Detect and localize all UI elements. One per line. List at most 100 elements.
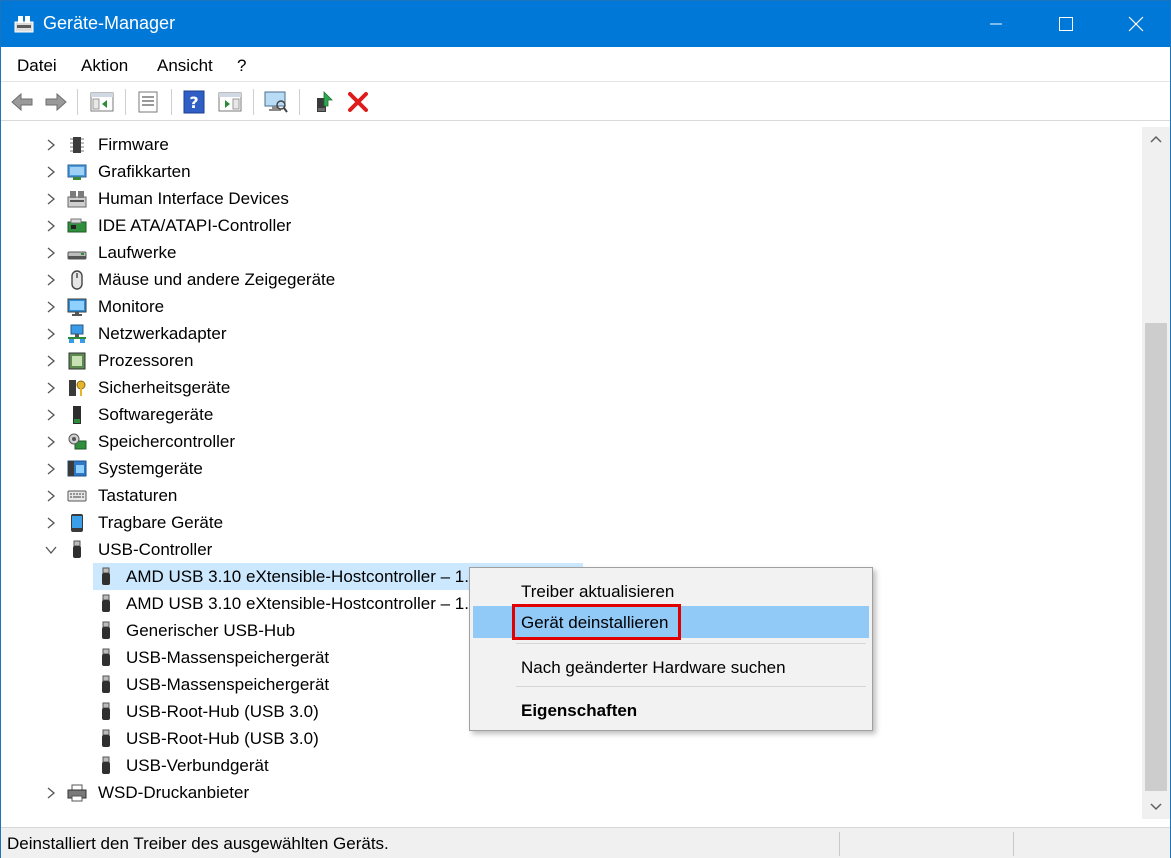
tree-category[interactable]: Firmware: [5, 131, 1135, 158]
expand-chevron-icon[interactable]: [45, 407, 57, 421]
portable-device-icon: [67, 513, 87, 533]
expand-chevron-icon[interactable]: [45, 164, 57, 178]
tree-item-label: AMD USB 3.10 eXtensible-Hostcontroller –…: [126, 567, 469, 586]
minimize-button[interactable]: [961, 1, 1031, 47]
tree-category[interactable]: Prozessoren: [5, 347, 1135, 374]
action-pane-icon: [218, 92, 242, 112]
ctx-separator: [516, 686, 866, 687]
uninstall-device-button[interactable]: [345, 89, 371, 115]
scroll-down-button[interactable]: [1142, 795, 1170, 819]
close-button[interactable]: [1101, 1, 1171, 47]
tree-item[interactable]: USB-Verbundgerät: [5, 752, 1135, 779]
tree-item-label: Generischer USB-Hub: [126, 621, 296, 640]
tree-category[interactable]: Tragbare Geräte: [5, 509, 1135, 536]
tree-item-label: Sicherheitsgeräte: [98, 378, 231, 397]
menu-datei[interactable]: Datei: [17, 56, 57, 76]
window-title: Geräte-Manager: [43, 13, 176, 33]
show-hide-console-tree-button[interactable]: [89, 89, 115, 115]
ctx-properties[interactable]: Eigenschaften: [473, 694, 869, 726]
firmware-icon: [67, 135, 87, 155]
tree-item-label: AMD USB 3.10 eXtensible-Hostcontroller –…: [126, 594, 469, 613]
tree-category[interactable]: Systemgeräte: [5, 455, 1135, 482]
tree-category[interactable]: Mäuse und andere Zeigegeräte: [5, 266, 1135, 293]
expand-chevron-icon[interactable]: [45, 245, 57, 259]
menu-ansicht[interactable]: Ansicht: [157, 56, 213, 76]
expand-chevron-icon[interactable]: [45, 272, 57, 286]
console-tree-icon: [90, 92, 114, 112]
expand-chevron-icon[interactable]: [45, 380, 57, 394]
status-divider: [839, 832, 840, 856]
expand-chevron-icon[interactable]: [45, 785, 57, 799]
expand-chevron-icon[interactable]: [45, 461, 57, 475]
scan-hardware-button[interactable]: [263, 89, 289, 115]
tree-item-label: Laufwerke: [98, 243, 177, 262]
tree-item-label: USB-Root-Hub (USB 3.0): [126, 702, 319, 721]
display-adapter-icon: [67, 162, 87, 182]
toolbar-separator: [77, 89, 78, 115]
toolbar-separator: [299, 89, 300, 115]
update-driver-button[interactable]: [311, 89, 337, 115]
ctx-separator: [516, 643, 866, 644]
expand-chevron-icon[interactable]: [45, 137, 57, 151]
processor-icon: [67, 351, 87, 371]
back-button[interactable]: [9, 89, 35, 115]
printer-icon: [67, 783, 87, 803]
scroll-up-button[interactable]: [1142, 127, 1170, 151]
ctx-scan-hardware[interactable]: Nach geänderter Hardware suchen: [473, 651, 869, 683]
expand-chevron-icon[interactable]: [45, 218, 57, 232]
tree-category[interactable]: Monitore: [5, 293, 1135, 320]
tree-category[interactable]: Speichercontroller: [5, 428, 1135, 455]
expand-chevron-icon[interactable]: [45, 353, 57, 367]
expand-chevron-icon[interactable]: [45, 191, 57, 205]
help-button[interactable]: ?: [181, 89, 207, 115]
tree-category[interactable]: Softwaregeräte: [5, 401, 1135, 428]
tree-category-usb-controller[interactable]: USB-Controller: [5, 536, 1135, 563]
tree-item-label: Systemgeräte: [98, 459, 203, 478]
scroll-thumb[interactable]: [1145, 323, 1167, 791]
vertical-scrollbar[interactable]: [1142, 127, 1170, 819]
status-bar: Deinstalliert den Treiber des ausgewählt…: [1, 827, 1170, 858]
collapse-chevron-icon[interactable]: [45, 542, 57, 556]
tree-category[interactable]: Grafikkarten: [5, 158, 1135, 185]
tree-item-label: USB-Massenspeichergerät: [126, 648, 330, 667]
security-device-icon: [67, 378, 87, 398]
help-icon: ?: [183, 90, 205, 114]
tree-category[interactable]: Tastaturen: [5, 482, 1135, 509]
expand-chevron-icon[interactable]: [45, 299, 57, 313]
context-menu: Treiber aktualisieren Gerät deinstallier…: [469, 567, 873, 731]
maximize-button[interactable]: [1031, 1, 1101, 47]
tree-category[interactable]: IDE ATA/ATAPI-Controller: [5, 212, 1135, 239]
tree-item-label: USB-Massenspeichergerät: [126, 675, 330, 694]
close-icon: [1128, 16, 1144, 32]
tree-item-label: Prozessoren: [98, 351, 194, 370]
tree-item-label: Softwaregeräte: [98, 405, 214, 424]
tree-category[interactable]: WSD-Druckanbieter: [5, 779, 1135, 806]
tree-category[interactable]: Netzwerkadapter: [5, 320, 1135, 347]
expand-chevron-icon[interactable]: [45, 515, 57, 529]
usb-icon: [67, 540, 87, 560]
tree-item-label: IDE ATA/ATAPI-Controller: [98, 216, 292, 235]
expand-chevron-icon[interactable]: [45, 434, 57, 448]
ctx-update-driver[interactable]: Treiber aktualisieren: [473, 575, 869, 607]
forward-arrow-icon: [45, 92, 67, 112]
expand-chevron-icon[interactable]: [45, 326, 57, 340]
menu-aktion[interactable]: Aktion: [81, 56, 128, 76]
minimize-icon: [990, 23, 1002, 25]
network-adapter-icon: [67, 324, 87, 344]
toolbar-separator: [253, 89, 254, 115]
mouse-icon: [67, 270, 87, 290]
tree-item-label: WSD-Druckanbieter: [98, 783, 250, 802]
chevron-down-icon: [1150, 803, 1162, 811]
action-pane-button[interactable]: [217, 89, 243, 115]
forward-button[interactable]: [43, 89, 69, 115]
monitor-icon: [67, 297, 87, 317]
menu-help[interactable]: ?: [237, 56, 246, 76]
expand-chevron-icon[interactable]: [45, 488, 57, 502]
tree-category[interactable]: Human Interface Devices: [5, 185, 1135, 212]
usb-icon: [96, 594, 116, 614]
hid-icon: [67, 189, 87, 209]
properties-toolbar-button[interactable]: [135, 89, 161, 115]
title-bar[interactable]: Geräte-Manager: [1, 1, 1170, 47]
tree-category[interactable]: Sicherheitsgeräte: [5, 374, 1135, 401]
tree-category[interactable]: Laufwerke: [5, 239, 1135, 266]
